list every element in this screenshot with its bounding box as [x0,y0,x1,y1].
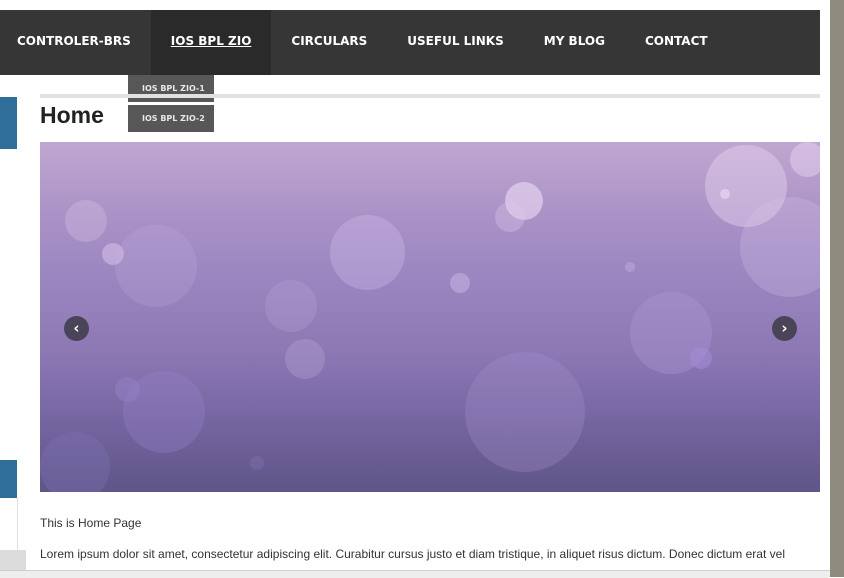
top-strip [0,0,830,10]
bokeh-bubble [265,280,317,332]
bokeh-bubble [115,377,140,402]
bokeh-bubble [250,456,264,470]
bokeh-bubble [450,273,470,293]
bokeh-bubble [330,215,405,290]
bokeh-bubble [65,200,107,242]
bokeh-bubble [720,189,730,199]
nav-item-contact[interactable]: CONTACT [625,10,728,75]
chevron-left-icon: ‹ [73,319,80,337]
bokeh-bubble [40,432,110,492]
sidebar-tab[interactable] [0,97,17,149]
content-divider [40,94,820,98]
image-slider[interactable]: ‹ › [40,142,820,492]
nav-item-ios-bpl-zio[interactable]: IOS BPL ZIO [150,10,272,75]
bokeh-bubble [625,262,635,272]
sidebar-panel [0,498,18,550]
dropdown-item-ios-bpl-zio-2[interactable]: IOS BPL ZIO-2 [128,105,214,132]
nav-item-circulars[interactable]: CIRCULARS [271,10,387,75]
slider-next-button[interactable]: › [772,316,797,341]
body-text: Lorem ipsum dolor sit amet, consectetur … [40,547,785,561]
bokeh-bubble [115,225,197,307]
nav-item-useful-links[interactable]: USEFUL LINKS [387,10,523,75]
bokeh-bubble [690,347,712,369]
bokeh-bubble [465,352,585,472]
nav-item-my-blog[interactable]: MY BLOG [524,10,625,75]
chevron-right-icon: › [781,319,788,337]
nav-dropdown-menu: IOS BPL ZIO-1 IOS BPL ZIO-2 [128,75,214,132]
bokeh-bubble [285,339,325,379]
main-navbar: CONTROLER-BRS IOS BPL ZIO CIRCULARS USEF… [0,10,820,75]
nav-item-controler-brs[interactable]: CONTROLER-BRS [0,10,151,75]
bokeh-bubble [495,202,525,232]
bokeh-bubble [790,142,820,177]
sidebar-tab[interactable] [0,460,17,498]
window-right-border [830,0,844,577]
page-title: Home [40,102,104,128]
intro-text: This is Home Page [40,516,142,530]
slider-prev-button[interactable]: ‹ [64,316,89,341]
